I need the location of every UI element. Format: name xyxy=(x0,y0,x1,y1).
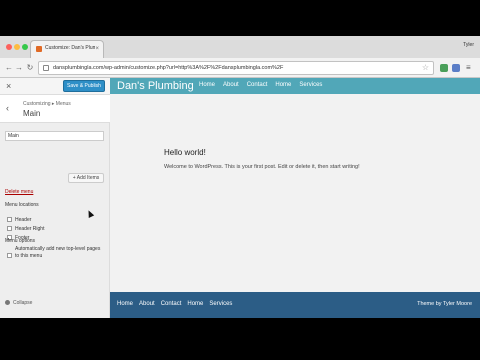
post-body: Welcome to WordPress. This is your first… xyxy=(164,164,360,170)
collapse-button[interactable]: Collapse xyxy=(5,300,32,306)
site-title[interactable]: Dan's Plumbing xyxy=(117,79,194,93)
tab-title: Customize: Dan's Plumbing xyxy=(45,45,95,51)
footer-credit: Theme by Tyler Moore xyxy=(417,301,472,307)
add-items-button[interactable]: + Add Items xyxy=(68,173,104,183)
panel-title: Main xyxy=(23,109,41,118)
auto-add-checkbox[interactable] xyxy=(7,253,12,259)
panel-header: ‹ Customizing ▸ Menus Main xyxy=(0,95,110,123)
page-icon xyxy=(43,65,49,71)
forward-arrow-icon[interactable]: → xyxy=(14,63,24,73)
auto-add-label: Automatically add new top-level pages to… xyxy=(15,246,101,259)
mouse-cursor-icon xyxy=(85,209,95,218)
browser-toolbar: ← → ↻ dansplumbingla.com/wp-admin/custom… xyxy=(0,58,480,78)
tab-close-icon[interactable]: × xyxy=(95,45,99,53)
breadcrumb: Customizing ▸ Menus xyxy=(23,101,71,107)
back-arrow-icon[interactable]: ← xyxy=(4,63,14,73)
menu-options-label: Menu options xyxy=(5,238,36,244)
footer-nav: Home About Contact Home Services xyxy=(117,301,232,307)
site-footer: Home About Contact Home Services Theme b… xyxy=(110,292,480,318)
favicon-icon xyxy=(36,46,42,52)
screen-frame: Customize: Dan's Plumbing × Tyler ← → ↻ … xyxy=(0,36,480,318)
location-footer-checkbox[interactable]: Footer xyxy=(7,229,29,241)
nav-link[interactable]: Contact xyxy=(247,82,268,88)
primary-nav: Home About Contact Home Services xyxy=(199,82,322,88)
nav-link[interactable]: Services xyxy=(299,82,322,88)
close-icon[interactable]: × xyxy=(6,80,11,92)
extension-icon[interactable] xyxy=(452,64,460,72)
site-preview: Dan's Plumbing Home About Contact Home S… xyxy=(110,78,480,318)
address-bar[interactable]: dansplumbingla.com/wp-admin/customize.ph… xyxy=(38,61,434,75)
reload-icon[interactable]: ↻ xyxy=(25,63,35,73)
browser-tab-bar: Customize: Dan's Plumbing × Tyler xyxy=(0,36,480,58)
location-header-right-checkbox[interactable]: Header Right xyxy=(7,220,44,232)
footer-link[interactable]: Contact xyxy=(161,301,182,307)
footer-link[interactable]: Home xyxy=(117,301,133,307)
menu-locations-label: Menu locations xyxy=(5,202,39,208)
browser-tab[interactable]: Customize: Dan's Plumbing × xyxy=(30,40,104,58)
auto-add-checkbox-row[interactable]: Automatically add new top-level pages to… xyxy=(7,246,107,265)
window-close-button[interactable] xyxy=(6,44,12,50)
site-header: Dan's Plumbing Home About Contact Home S… xyxy=(110,78,480,94)
collapse-icon xyxy=(5,300,10,306)
menu-name-input[interactable]: Main xyxy=(5,131,104,141)
customizer-header: × Save & Publish xyxy=(0,78,110,95)
save-publish-button[interactable]: Save & Publish xyxy=(63,80,105,92)
extension-icon[interactable] xyxy=(440,64,448,72)
nav-link[interactable]: Home xyxy=(199,82,215,88)
delete-menu-link[interactable]: Delete menu xyxy=(5,189,33,195)
post-title[interactable]: Hello world! xyxy=(164,148,206,157)
customizer-sidebar: × Save & Publish ‹ Customizing ▸ Menus M… xyxy=(0,78,110,318)
nav-link[interactable]: About xyxy=(223,82,239,88)
url-text: dansplumbingla.com/wp-admin/customize.ph… xyxy=(53,65,284,71)
nav-link[interactable]: Home xyxy=(275,82,291,88)
footer-link[interactable]: Home xyxy=(187,301,203,307)
window-minimize-button[interactable] xyxy=(14,44,20,50)
collapse-label: Collapse xyxy=(13,300,33,306)
window-zoom-button[interactable] xyxy=(22,44,28,50)
bookmark-star-icon[interactable]: ☆ xyxy=(422,63,429,73)
footer-link[interactable]: Services xyxy=(209,301,232,307)
profile-name[interactable]: Tyler xyxy=(463,42,474,48)
location-header-checkbox[interactable]: Header xyxy=(7,211,31,223)
browser-menu-icon[interactable]: ≡ xyxy=(466,63,471,73)
back-chevron-icon[interactable]: ‹ xyxy=(6,103,9,113)
footer-link[interactable]: About xyxy=(139,301,155,307)
